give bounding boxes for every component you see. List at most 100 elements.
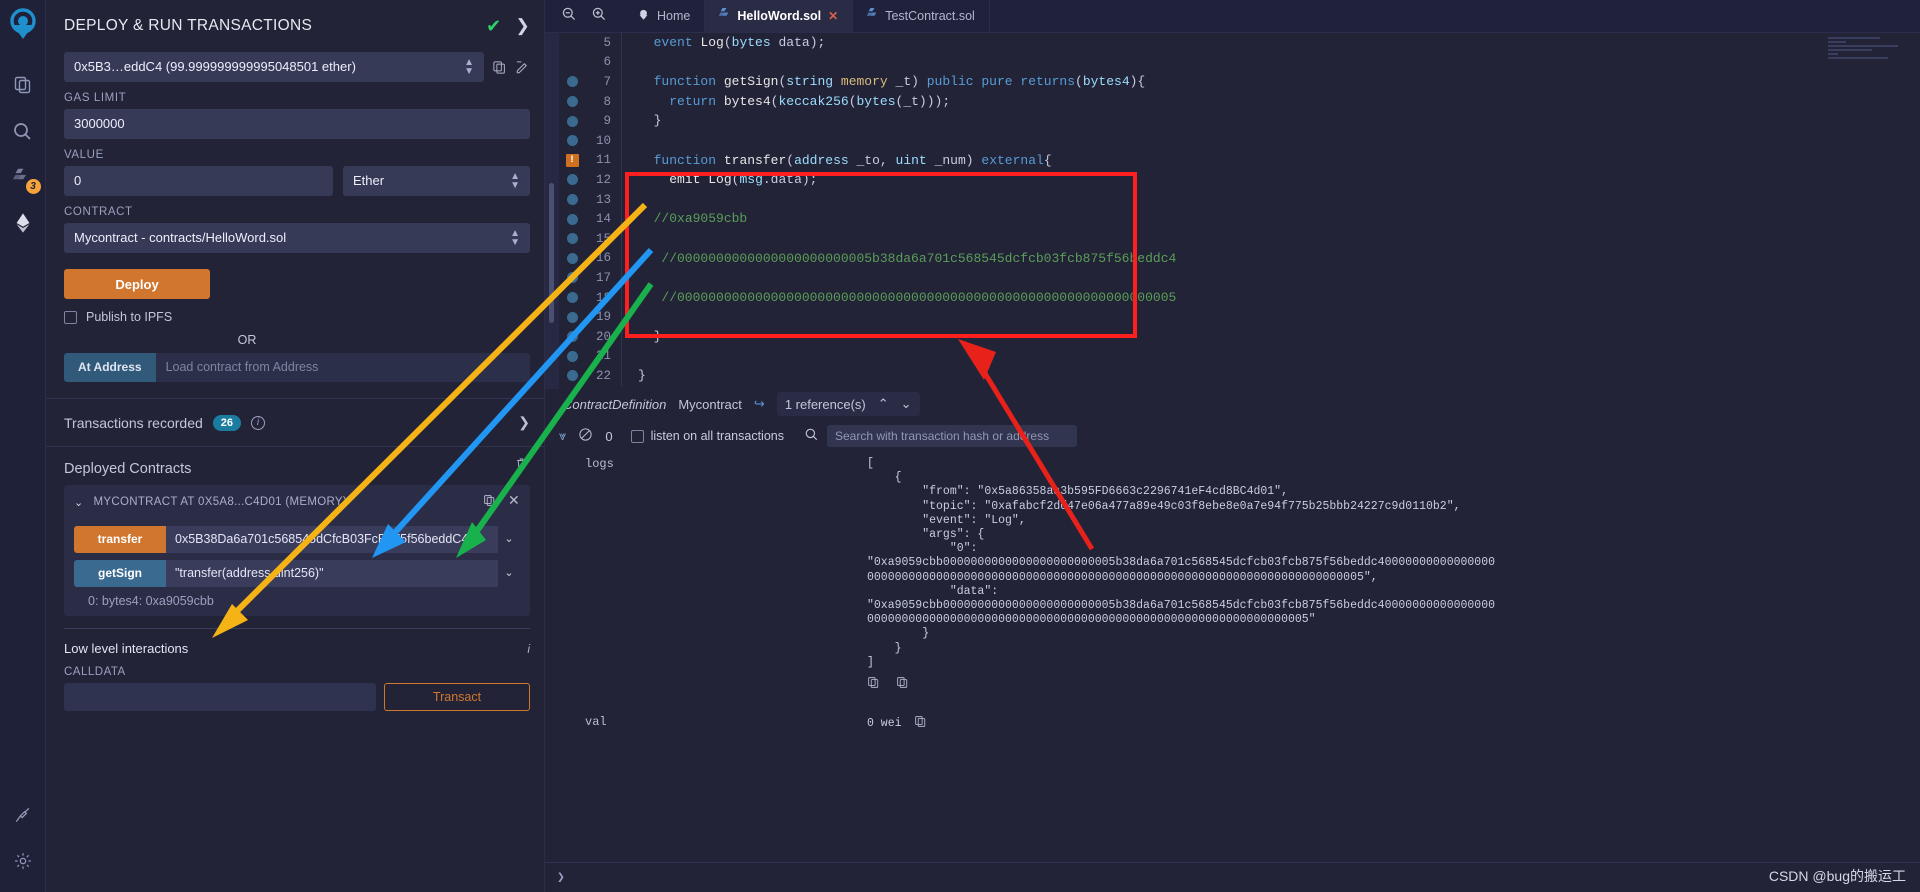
breakpoint-dot-icon[interactable]: [559, 174, 585, 186]
terminal-search-input[interactable]: Search with transaction hash or address: [826, 425, 1077, 447]
tab-helloword-sol[interactable]: HelloWord.sol ✕: [705, 0, 854, 32]
publish-ipfs-row[interactable]: Publish to IPFS: [64, 310, 530, 324]
code-line[interactable]: 10: [559, 130, 1920, 151]
tab-home[interactable]: Home: [623, 0, 706, 32]
value-unit-select[interactable]: Ether ▲ ▼: [343, 166, 530, 196]
settings-gear-icon[interactable]: [3, 838, 43, 884]
line-number: 6: [603, 55, 611, 70]
code-line[interactable]: 21: [559, 346, 1920, 367]
code-line[interactable]: 18 //00000000000000000000000000000000000…: [559, 287, 1920, 308]
info-icon[interactable]: i: [527, 642, 530, 656]
breakpoint-dot-icon[interactable]: [559, 350, 585, 362]
listen-all-transactions-row[interactable]: listen on all transactions: [630, 429, 784, 443]
sidebar-item-solidity-compiler[interactable]: 3: [3, 154, 43, 200]
breakpoint-dot-icon[interactable]: [559, 311, 585, 323]
sidebar-item-file-explorer[interactable]: [3, 62, 43, 108]
code-line[interactable]: 9 }: [559, 111, 1920, 131]
breakpoint-dot-icon[interactable]: [559, 194, 585, 206]
getsign-input[interactable]: "transfer(address,uint256)": [166, 560, 498, 587]
deployed-contract-card: ⌄ MYCONTRACT AT 0X5A8...C4D01 (MEMORY) ✕…: [64, 485, 530, 616]
copy-icon[interactable]: [896, 676, 909, 693]
code-line[interactable]: 15: [559, 228, 1920, 249]
code-line[interactable]: 8 return bytes4(keccak256(bytes(_t)));: [559, 91, 1920, 112]
code-line[interactable]: 5 event Log(bytes data);: [559, 33, 1920, 53]
breakpoint-dot-icon[interactable]: [559, 252, 585, 264]
chevron-right-icon[interactable]: ❯: [518, 414, 530, 431]
breakpoint-dot-icon[interactable]: [559, 370, 585, 382]
close-icon[interactable]: ✕: [828, 9, 838, 23]
trash-all-icon[interactable]: [515, 457, 544, 475]
code-lines[interactable]: 5 event Log(bytes data); 6 7 function getS…: [559, 33, 1920, 389]
code-line[interactable]: 14 //0xa9059cbb: [559, 209, 1920, 229]
code-line[interactable]: 17: [559, 268, 1920, 288]
collapse-panel-chevron-icon[interactable]: ❯: [515, 16, 530, 36]
at-address-button[interactable]: At Address: [64, 353, 156, 382]
transfer-input[interactable]: 0x5B38Da6a701c568545dCfcB03FcB875f56bedd…: [166, 526, 498, 553]
plugin-manager-icon[interactable]: [3, 792, 43, 838]
contract-select[interactable]: Mycontract - contracts/HelloWord.sol ▲ ▼: [64, 223, 530, 253]
goto-reference-icon[interactable]: ↪: [754, 396, 765, 412]
getsign-button[interactable]: getSign: [74, 560, 166, 587]
code-line[interactable]: 6: [559, 52, 1920, 73]
sidebar-item-search[interactable]: [3, 108, 43, 154]
code-line[interactable]: 12 emit Log(msg.data);: [559, 170, 1920, 190]
breakpoint-dot-icon[interactable]: [559, 233, 585, 245]
value-input[interactable]: 0: [64, 166, 333, 196]
breakpoint-dot-icon[interactable]: [559, 96, 585, 108]
code-line[interactable]: 20 }: [559, 326, 1920, 347]
account-select[interactable]: 0x5B3…eddC4 (99.999999999995048501 ether…: [64, 52, 484, 82]
editor-scrollbar-thumb[interactable]: [549, 183, 554, 323]
copy-icon[interactable]: [867, 676, 880, 693]
chevron-down-icon[interactable]: ⌄: [74, 496, 84, 509]
deployed-contract-header[interactable]: ⌄ MYCONTRACT AT 0X5A8...C4D01 (MEMORY) ✕: [64, 485, 530, 519]
at-address-input[interactable]: Load contract from Address: [155, 353, 530, 382]
breakpoint-dot-icon[interactable]: [559, 331, 585, 343]
deploy-button[interactable]: Deploy: [64, 269, 210, 299]
breakpoint-dot-icon[interactable]: [559, 292, 585, 304]
transfer-expand-chevron-icon[interactable]: ⌄: [498, 526, 520, 553]
code-line[interactable]: 7 function getSign(string memory _t) pub…: [559, 72, 1920, 92]
listen-all-checkbox[interactable]: [630, 429, 644, 443]
terminal-body[interactable]: logs [ { "from": "0x5a86358aa3b595FD6663…: [545, 453, 1920, 892]
search-icon[interactable]: [804, 427, 819, 445]
chevron-updown-icon: ▲ ▼: [510, 171, 520, 191]
code-line[interactable]: 16 //0000000000000000000000005b38da6a701…: [559, 248, 1920, 269]
copy-icon[interactable]: [492, 60, 507, 75]
copy-address-icon[interactable]: [483, 494, 496, 510]
zoom-out-icon[interactable]: [561, 6, 577, 27]
breakpoint-dot-icon[interactable]: [559, 115, 585, 127]
main-area: Home HelloWord.sol ✕ TestContract.sol 5 …: [545, 0, 1920, 892]
remix-logo-icon[interactable]: [4, 6, 42, 44]
references-pill[interactable]: 1 reference(s) ⌃ ⌄: [776, 392, 920, 416]
terminal-prompt[interactable]: ❯: [545, 862, 1920, 892]
zoom-in-icon[interactable]: [591, 6, 607, 27]
warning-marker-icon[interactable]: !: [559, 153, 585, 167]
breakpoint-dot-icon[interactable]: [559, 272, 585, 284]
calldata-input[interactable]: [64, 683, 376, 711]
chevrons-down-icon[interactable]: ⩔: [559, 428, 566, 444]
gas-limit-input[interactable]: 3000000: [64, 109, 530, 139]
code-line[interactable]: ! 11 function transfer(address _to, uint …: [559, 150, 1920, 171]
transactions-recorded-row[interactable]: Transactions recorded 26 i ❯: [46, 399, 544, 447]
close-icon[interactable]: ✕: [508, 493, 520, 510]
transfer-button[interactable]: transfer: [74, 526, 166, 553]
copy-icon[interactable]: [914, 715, 927, 732]
code-line[interactable]: 19: [559, 307, 1920, 327]
transact-button[interactable]: Transact: [384, 683, 530, 711]
breakpoint-dot-icon[interactable]: [559, 213, 585, 225]
code-line[interactable]: 13: [559, 189, 1920, 210]
chevron-up-icon[interactable]: ⌃: [878, 396, 889, 412]
chevron-down-icon[interactable]: ⌄: [901, 396, 912, 412]
info-icon[interactable]: i: [251, 415, 266, 430]
publish-ipfs-checkbox[interactable]: [64, 310, 77, 324]
sidebar-item-deploy-run[interactable]: [3, 200, 43, 246]
tab-testcontract-sol[interactable]: TestContract.sol: [853, 0, 990, 32]
breakpoint-dot-icon[interactable]: [559, 76, 585, 88]
edit-icon[interactable]: [515, 60, 530, 75]
code-editor[interactable]: 5 event Log(bytes data); 6 7 function getS…: [545, 33, 1920, 389]
getsign-expand-chevron-icon[interactable]: ⌄: [498, 560, 520, 587]
ban-clear-icon[interactable]: [578, 427, 593, 445]
editor-overview-ruler: [545, 33, 559, 389]
code-line[interactable]: 22}: [559, 366, 1920, 386]
breakpoint-dot-icon[interactable]: [559, 135, 585, 147]
